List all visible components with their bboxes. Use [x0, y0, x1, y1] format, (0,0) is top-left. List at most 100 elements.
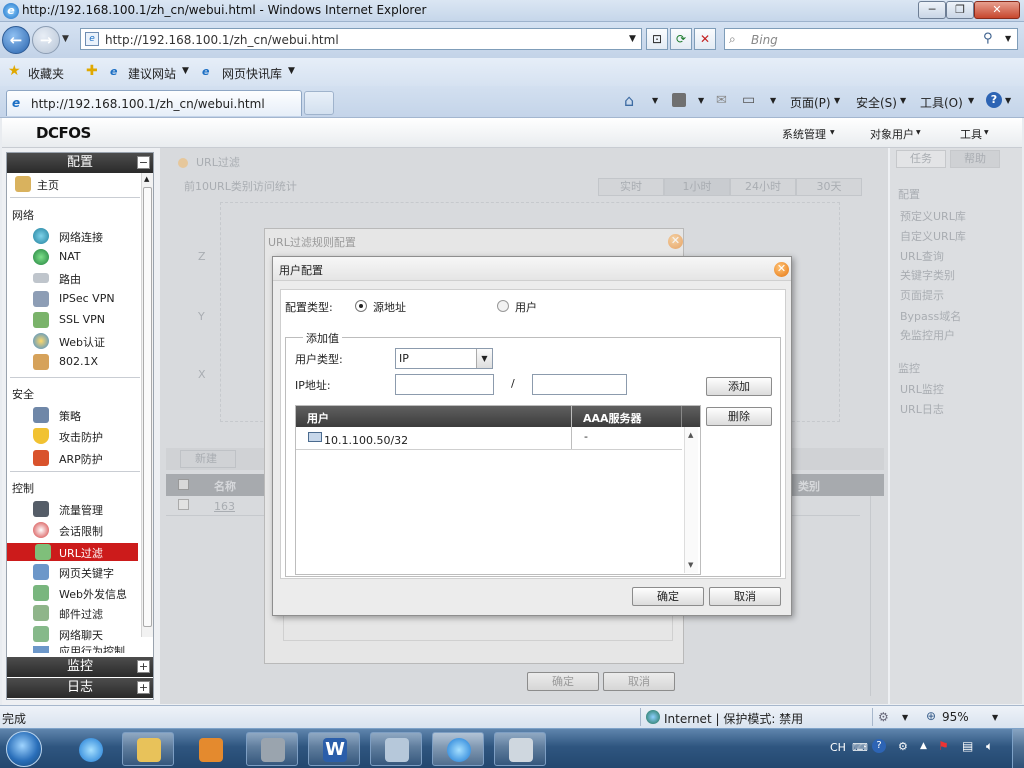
forward-button[interactable]: →: [32, 26, 60, 54]
sidebar-item-arp-defense[interactable]: ARP防护: [15, 449, 139, 467]
task-link[interactable]: 预定义URL库: [900, 208, 966, 224]
start-button[interactable]: [6, 731, 42, 767]
task-link[interactable]: Bypass域名: [900, 308, 961, 324]
system-menu[interactable]: 系统管理: [782, 126, 826, 142]
show-hidden-icons[interactable]: ▲: [920, 741, 927, 751]
time-tab-1h[interactable]: 1小时: [664, 178, 730, 196]
sidebar-item-session-limit[interactable]: 会话限制: [15, 521, 139, 539]
tools-menu-app[interactable]: 工具: [960, 126, 982, 142]
options-icon[interactable]: ⚙: [898, 740, 908, 753]
log-panel-header[interactable]: 日志 +: [7, 678, 153, 698]
radio-source-address[interactable]: [355, 300, 367, 312]
print-icon[interactable]: ▭: [742, 92, 755, 108]
zoom-level[interactable]: 95%: [942, 710, 969, 724]
maximize-button[interactable]: ❐: [946, 1, 974, 19]
taskbar-explorer[interactable]: [122, 732, 174, 766]
time-tab-realtime[interactable]: 实时: [598, 178, 664, 196]
scroll-down-icon[interactable]: ▼: [688, 561, 693, 569]
taskbar-doc[interactable]: [494, 732, 546, 766]
address-dropdown-icon[interactable]: ▼: [629, 34, 636, 44]
chevron-down-icon[interactable]: ▼: [698, 96, 704, 105]
ok-button[interactable]: 确定: [632, 587, 704, 606]
time-tab-24h[interactable]: 24小时: [730, 178, 796, 196]
objects-menu[interactable]: 对象用户: [870, 126, 914, 142]
close-icon[interactable]: ✕: [774, 262, 789, 277]
chevron-down-icon[interactable]: ▼: [1005, 96, 1011, 105]
sidebar-item-web-keyword[interactable]: 网页关键字: [15, 563, 139, 581]
zoom-icon[interactable]: ⊕: [926, 709, 936, 723]
task-link[interactable]: 免监控用户: [900, 327, 955, 343]
cancel-button[interactable]: 取消: [709, 587, 781, 606]
main-scrollbar[interactable]: [870, 496, 882, 696]
new-button[interactable]: 新建: [180, 450, 236, 468]
feeds-icon[interactable]: [672, 93, 686, 107]
keyboard-icon[interactable]: ⌨: [852, 741, 868, 754]
page-menu[interactable]: 页面(P): [790, 94, 831, 111]
suggested-sites-link[interactable]: 建议网站: [128, 65, 176, 82]
chevron-down-icon[interactable]: ▼: [902, 713, 908, 722]
recent-pages-dropdown-icon[interactable]: ▼: [62, 34, 69, 44]
search-dropdown-icon[interactable]: ▼: [1005, 34, 1011, 43]
help-icon[interactable]: ?: [872, 739, 886, 753]
scroll-up-icon[interactable]: ▲: [144, 175, 149, 183]
network-icon[interactable]: ▤: [962, 739, 973, 753]
sidebar-item-web-outbound[interactable]: Web外发信息: [15, 584, 139, 602]
table-scrollbar[interactable]: ▲ ▼: [684, 427, 698, 573]
refresh-icon[interactable]: ⟳: [670, 28, 692, 50]
sidebar-item-web-auth[interactable]: Web认证: [15, 332, 139, 350]
chevron-down-icon[interactable]: ▼: [288, 66, 295, 76]
safety-menu[interactable]: 安全(S): [856, 94, 897, 111]
monitor-panel-header[interactable]: 监控 +: [7, 657, 153, 677]
help-icon[interactable]: ?: [986, 92, 1002, 108]
compatibility-view-icon[interactable]: ⊡: [646, 28, 668, 50]
delete-button[interactable]: 删除: [706, 407, 772, 426]
sidebar-item-mail-filter[interactable]: 邮件过滤: [15, 604, 139, 622]
tab-help[interactable]: 帮助: [950, 150, 1000, 168]
chevron-down-icon[interactable]: ▼: [476, 349, 492, 368]
row-name[interactable]: 163: [214, 500, 235, 513]
language-indicator[interactable]: CH: [830, 741, 846, 754]
chevron-down-icon[interactable]: ▼: [652, 96, 658, 105]
show-desktop-button[interactable]: [1012, 729, 1024, 768]
time-tab-30d[interactable]: 30天: [796, 178, 862, 196]
taskbar-word[interactable]: W: [308, 732, 360, 766]
radio-source-label[interactable]: 源地址: [373, 299, 406, 315]
search-input[interactable]: Bing: [751, 33, 778, 47]
sidebar-item-im-chat[interactable]: 网络聊天: [15, 625, 139, 643]
chevron-down-icon[interactable]: ▼: [834, 96, 840, 105]
minimize-button[interactable]: ─: [918, 1, 946, 19]
task-link[interactable]: URL监控: [900, 381, 944, 397]
config-panel-header[interactable]: 配置 −: [7, 153, 153, 173]
sidebar-item-traffic-management[interactable]: 流量管理: [15, 500, 139, 518]
select-all-checkbox[interactable]: [178, 479, 189, 490]
browser-tab[interactable]: e http://192.168.100.1/zh_cn/webui.html: [6, 90, 302, 116]
chevron-down-icon[interactable]: ▼: [900, 96, 906, 105]
task-link[interactable]: URL日志: [900, 401, 944, 417]
task-link[interactable]: 自定义URL库: [900, 228, 966, 244]
taskbar-network-tool[interactable]: [370, 732, 422, 766]
sidebar-item-ipsec-vpn[interactable]: IPSec VPN: [15, 290, 139, 308]
sidebar-item-8021x[interactable]: 802.1X: [15, 353, 139, 371]
scroll-up-icon[interactable]: ▲: [688, 431, 693, 439]
table-row[interactable]: 10.1.100.50/32 -: [296, 427, 682, 450]
favorites-button[interactable]: 收藏夹: [28, 65, 64, 82]
search-icon[interactable]: ⚲: [983, 31, 993, 46]
close-icon[interactable]: ✕: [668, 234, 683, 249]
add-favorite-icon[interactable]: ✚: [86, 63, 98, 79]
chevron-down-icon[interactable]: ▼: [992, 713, 998, 722]
user-type-select[interactable]: IP ▼: [395, 348, 493, 369]
security-zone[interactable]: Internet | 保护模式: 禁用: [664, 710, 803, 727]
chevron-down-icon[interactable]: ▼: [182, 66, 189, 76]
tools-menu[interactable]: 工具(O): [920, 94, 963, 111]
chevron-down-icon[interactable]: ▼: [770, 96, 776, 105]
sidebar-item-ssl-vpn[interactable]: SSL VPN: [15, 311, 139, 329]
stop-icon[interactable]: ✕: [694, 28, 716, 50]
ip-address-input[interactable]: [395, 374, 494, 395]
expand-icon[interactable]: +: [137, 681, 150, 694]
netmask-input[interactable]: [532, 374, 627, 395]
new-tab-button[interactable]: [304, 91, 334, 115]
sidebar-item-url-filter[interactable]: URL过滤: [7, 543, 138, 561]
expand-icon[interactable]: +: [137, 660, 150, 673]
home-icon[interactable]: ⌂: [624, 91, 634, 110]
sidebar-item-attack-defense[interactable]: 攻击防护: [15, 427, 139, 445]
